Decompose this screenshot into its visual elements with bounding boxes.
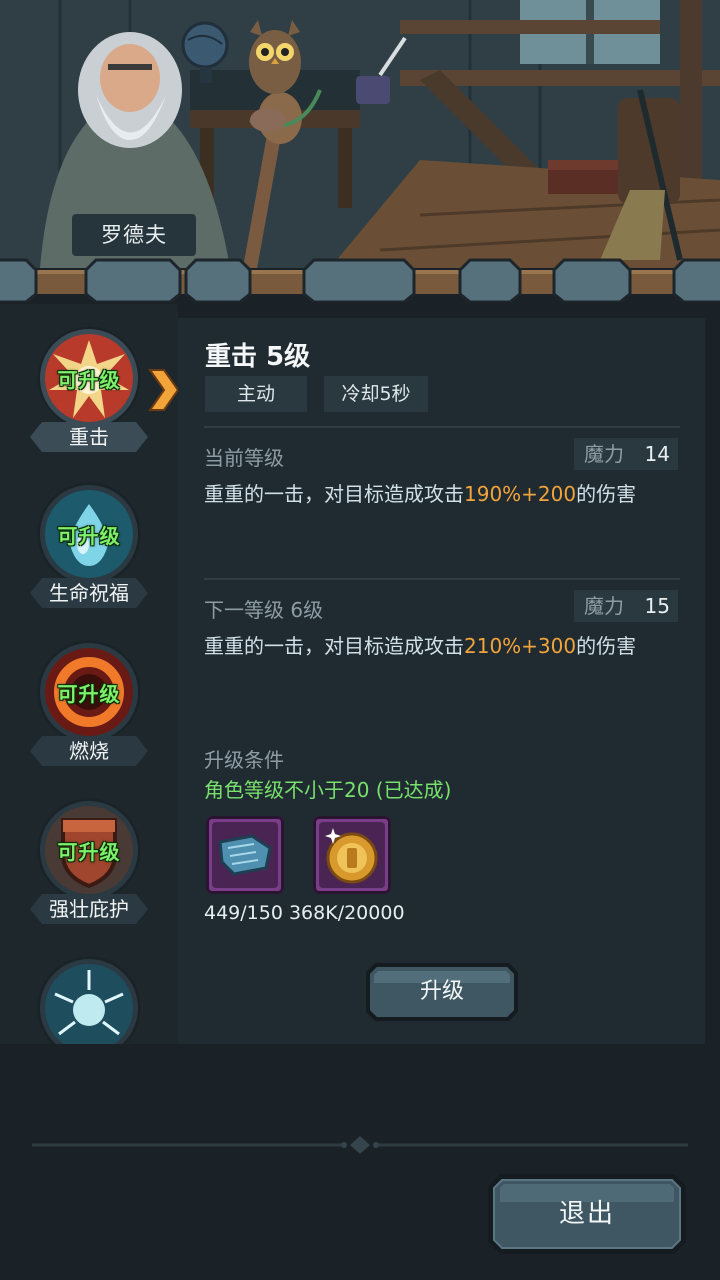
next-level-description: 重重的一击，对目标造成攻击210%+300的伤害 bbox=[204, 634, 637, 658]
section-divider bbox=[204, 426, 680, 428]
mana-label: 魔力 bbox=[584, 594, 624, 618]
skill-name-plate: 燃烧 bbox=[30, 736, 148, 766]
mana-value: 15 bbox=[644, 594, 670, 618]
current-level-label: 当前等级 bbox=[204, 446, 284, 470]
skill-name: 燃烧 bbox=[69, 739, 109, 763]
skill-name-plate: 重击 bbox=[30, 422, 148, 452]
damage-highlight: 190%+200 bbox=[464, 482, 577, 506]
selected-chevron-right-icon bbox=[146, 368, 180, 412]
lightning-orb-icon bbox=[45, 964, 133, 1044]
skill-name: 重击 bbox=[69, 425, 109, 449]
skill-title: 重击 5级 bbox=[205, 342, 311, 372]
next-mana-box: 魔力 15 bbox=[574, 590, 678, 622]
mana-label: 魔力 bbox=[584, 442, 624, 466]
skill-item-burn[interactable]: 可升级 燃烧 bbox=[30, 640, 148, 780]
scroll-map-icon bbox=[212, 822, 278, 888]
exit-button-label: 退出 bbox=[558, 1199, 615, 1229]
upgradable-badge: 可升级 bbox=[57, 682, 121, 706]
upgradable-badge: 可升级 bbox=[57, 840, 121, 864]
mana-value: 14 bbox=[644, 442, 670, 466]
cooldown-tag: 冷却5秒 bbox=[324, 376, 428, 412]
npc-name-label: 罗德夫 bbox=[72, 214, 196, 256]
skill-name-plate: 强壮庇护 bbox=[30, 894, 148, 924]
upgrade-button-label: 升级 bbox=[419, 979, 464, 1004]
skill-type-tag: 主动 bbox=[205, 376, 307, 412]
damage-highlight: 210%+300 bbox=[464, 634, 577, 658]
scene-background: 罗德夫 bbox=[0, 0, 720, 268]
skill-list: 可升级 重击 可升级 生命祝福 可升级 燃烧 可升级 强壮庇护 bbox=[0, 304, 178, 1044]
stone-trim-divider bbox=[0, 256, 720, 302]
upgradable-badge: 可升级 bbox=[57, 524, 121, 548]
upgradable-badge: 可升级 bbox=[57, 368, 121, 392]
material-slot-scroll[interactable] bbox=[206, 816, 284, 894]
gold-coin-icon bbox=[319, 822, 385, 888]
skill-item-life-blessing[interactable]: 可升级 生命祝福 bbox=[30, 482, 148, 622]
skill-name-plate: 生命祝福 bbox=[30, 578, 148, 608]
upgrade-button[interactable]: 升级 bbox=[366, 963, 518, 1021]
next-level-label: 下一等级 6级 bbox=[204, 598, 324, 622]
current-mana-box: 魔力 14 bbox=[574, 438, 678, 470]
skill-item-lightning-orb[interactable] bbox=[30, 956, 148, 1044]
exit-button[interactable]: 退出 bbox=[486, 1172, 688, 1256]
upgrade-condition-label: 升级条件 bbox=[204, 748, 284, 772]
material-counts: 449/150 368K/20000 bbox=[204, 902, 405, 924]
skill-item-strong-shield[interactable]: 可升级 强壮庇护 bbox=[30, 798, 148, 938]
upgrade-condition-text: 角色等级不小于20 (已达成) bbox=[204, 778, 452, 802]
skill-detail-panel: 重击 5级 主动 冷却5秒 当前等级 魔力 14 重重的一击，对目标造成攻击19… bbox=[178, 318, 705, 1044]
section-divider bbox=[204, 578, 680, 580]
skill-name: 生命祝福 bbox=[49, 581, 129, 605]
material-slot-gold[interactable] bbox=[313, 816, 391, 894]
ornamental-divider bbox=[32, 1134, 688, 1156]
skill-item-strike[interactable]: 可升级 重击 bbox=[30, 326, 148, 466]
current-level-description: 重重的一击，对目标造成攻击190%+200的伤害 bbox=[204, 482, 637, 506]
skill-name: 强壮庇护 bbox=[49, 897, 129, 921]
